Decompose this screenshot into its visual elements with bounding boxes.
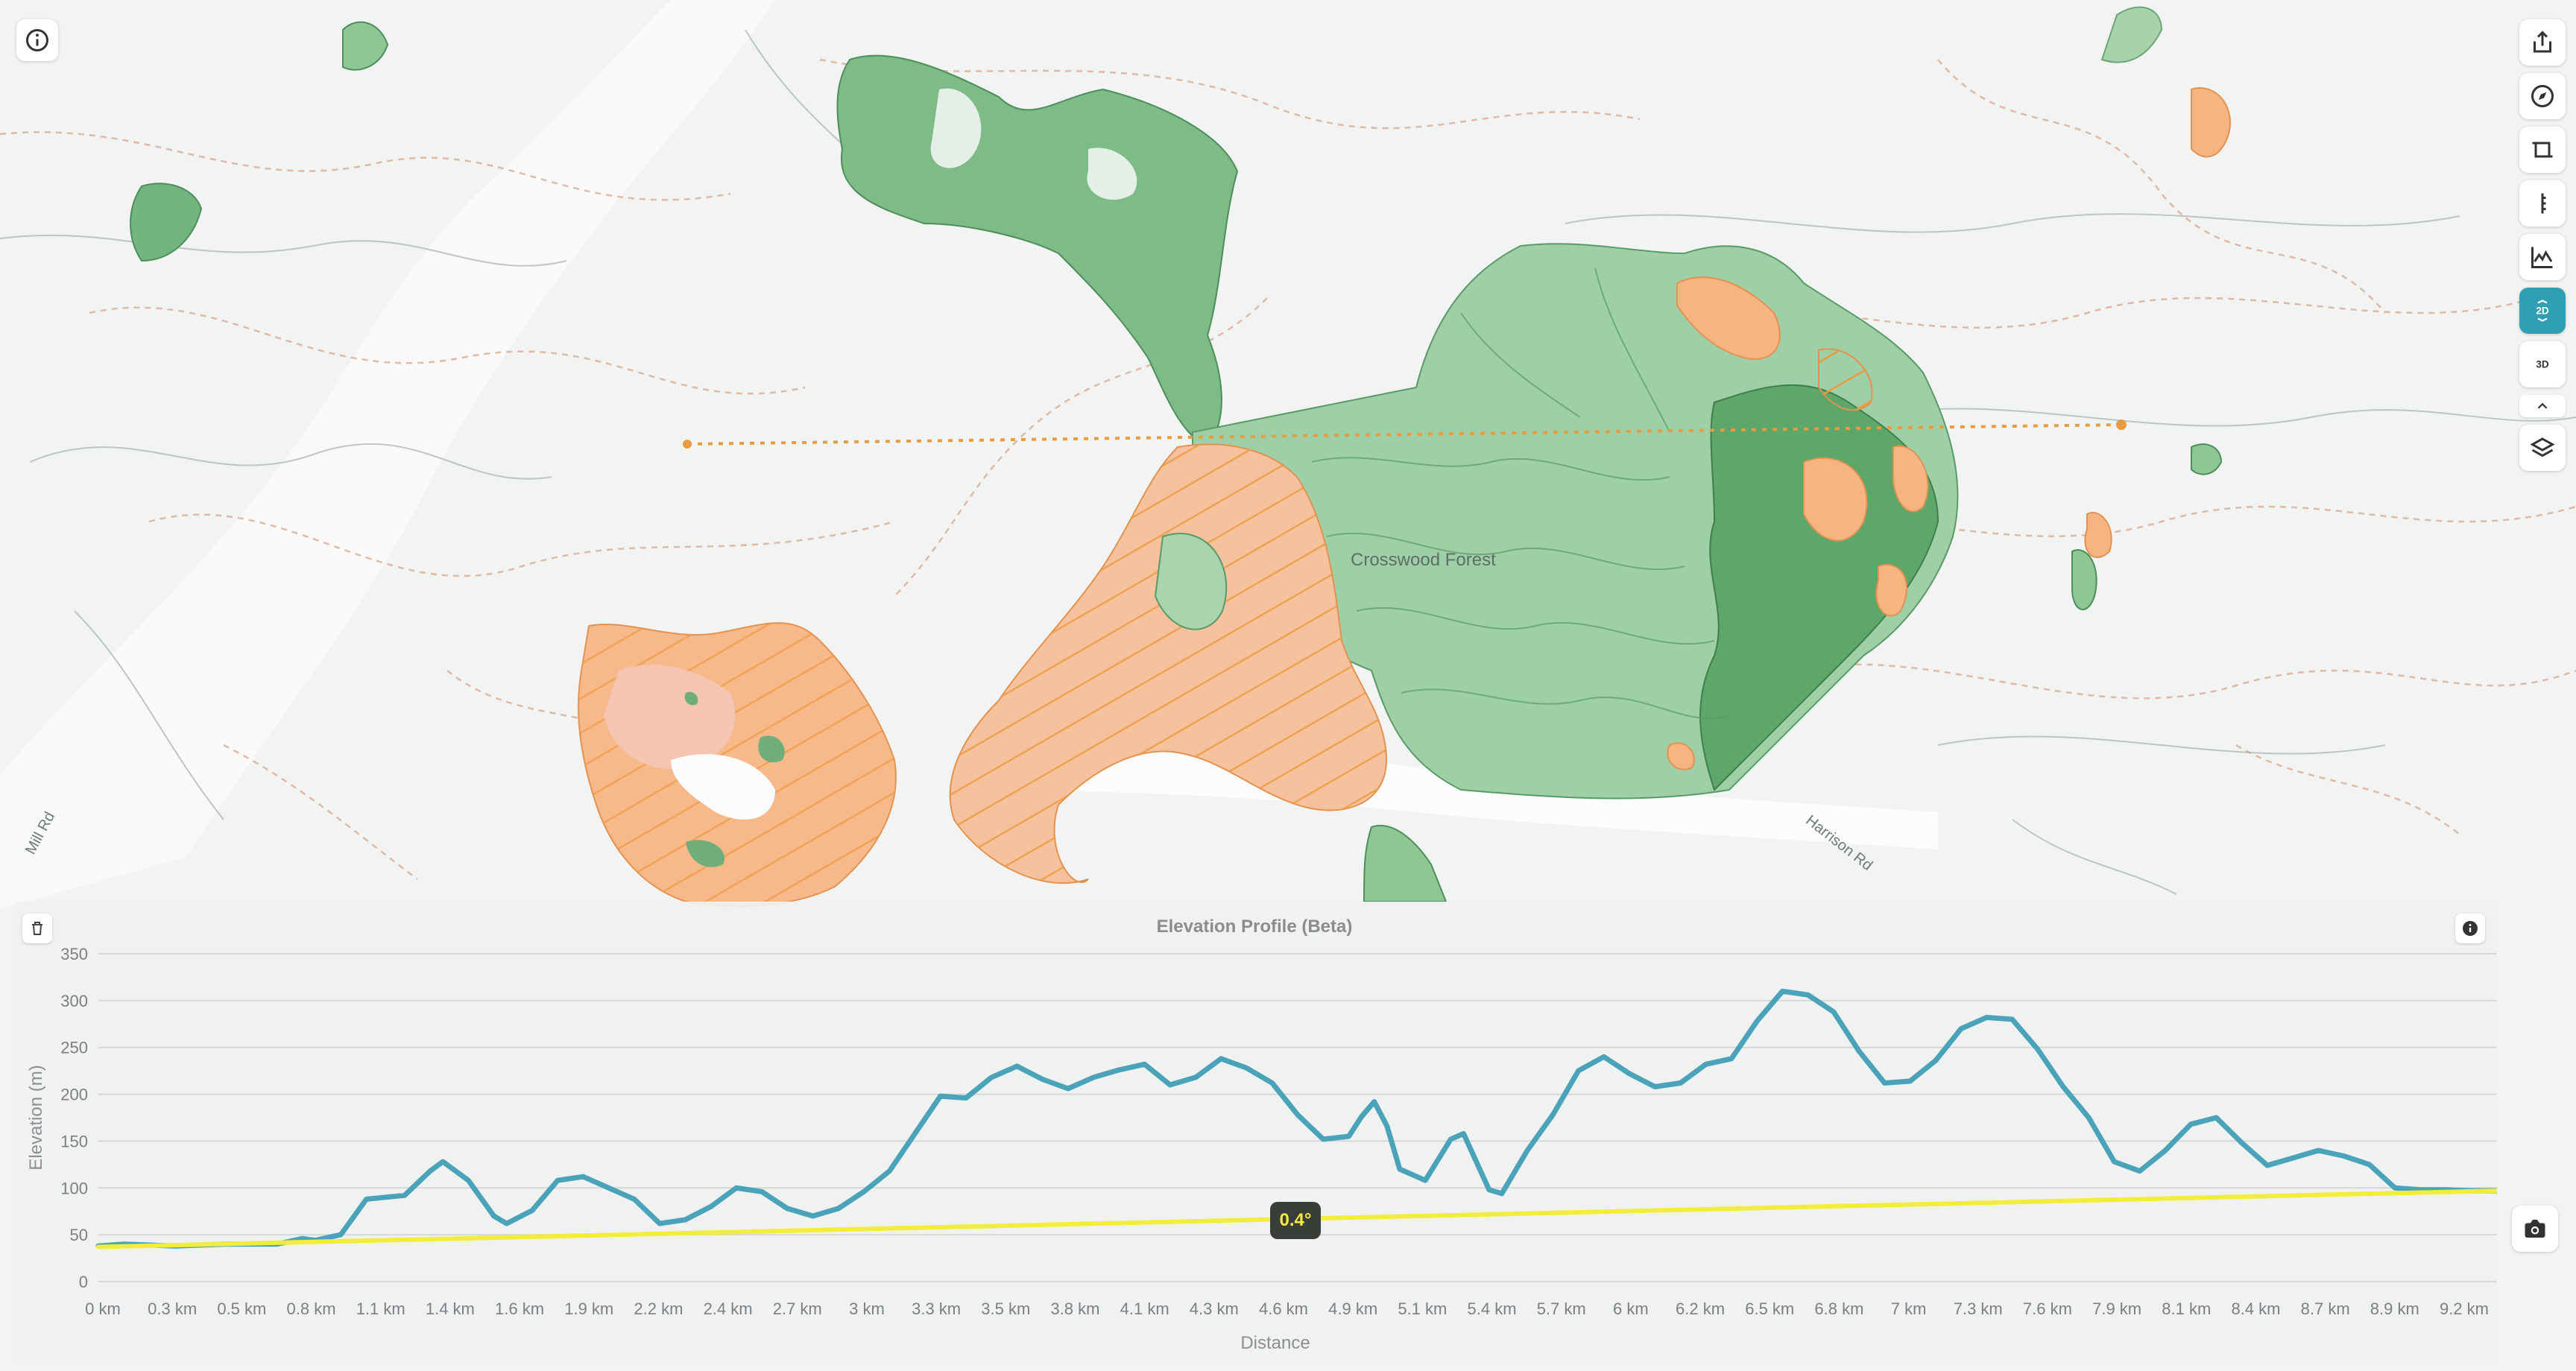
delete-profile-button[interactable] <box>22 914 52 943</box>
y-tick-label: 100 <box>60 1179 88 1197</box>
x-tick-label: 3.5 km <box>981 1299 1030 1318</box>
trash-icon <box>32 922 42 935</box>
share-button[interactable] <box>2519 19 2566 66</box>
screenshot-button[interactable] <box>2512 1206 2558 1252</box>
x-tick-label: 2.7 km <box>773 1299 822 1318</box>
elevation-profile-panel: Elevation Profile (Beta) 0 50 100 150 200 250… <box>12 902 2497 1364</box>
y-tick-label: 50 <box>70 1226 88 1244</box>
layers-button[interactable] <box>2519 425 2566 471</box>
crop-button[interactable] <box>2519 127 2566 173</box>
y-tick-label: 250 <box>60 1039 88 1057</box>
x-tick-label: 8.1 km <box>2162 1299 2211 1318</box>
map-toolbar: 2D 3D <box>2519 19 2566 478</box>
info-icon <box>26 29 48 51</box>
x-tick-label: 7 km <box>1891 1299 1927 1318</box>
chevron-up-icon <box>2537 402 2548 409</box>
x-tick-label: 1.6 km <box>495 1299 544 1318</box>
crop-icon <box>2532 142 2553 158</box>
x-tick-label: 0.5 km <box>217 1299 266 1318</box>
x-tick-label: 0.3 km <box>148 1299 197 1318</box>
info-icon <box>2463 921 2478 936</box>
x-tick-label: 6.2 km <box>1676 1299 1725 1318</box>
view-2d-button[interactable]: 2D <box>2519 288 2566 334</box>
elevation-profile-icon <box>2531 247 2553 268</box>
compass-button[interactable] <box>2519 73 2566 119</box>
y-axis-title: Elevation (m) <box>26 1065 46 1170</box>
x-axis-title: Distance <box>1240 1333 1310 1353</box>
measurement-end-point[interactable] <box>2116 419 2127 430</box>
fire-risk-patch[interactable] <box>1875 564 1908 617</box>
x-tick-label: 7.3 km <box>1954 1299 2003 1318</box>
x-tick-label: 4.9 km <box>1328 1299 1377 1318</box>
x-tick-label: 7.6 km <box>2023 1299 2072 1318</box>
y-tick-label: 200 <box>60 1086 88 1104</box>
x-tick-label: 7.9 km <box>2092 1299 2141 1318</box>
forest-name-label: Crosswood Forest <box>1351 550 1496 570</box>
x-tick-label: 3 km <box>849 1299 885 1318</box>
elevation-profile-button[interactable] <box>2519 234 2566 280</box>
x-tick-label: 5.4 km <box>1468 1299 1517 1318</box>
x-tick-label: 9.2 km <box>2440 1299 2489 1318</box>
view-3d-button[interactable]: 3D <box>2519 341 2566 387</box>
x-tick-label: 5.1 km <box>1398 1299 1447 1318</box>
info-button[interactable] <box>16 19 58 61</box>
y-tick-label: 0 <box>79 1273 88 1291</box>
x-tick-label: 6 km <box>1613 1299 1649 1318</box>
3d-view-icon: 3D <box>2536 359 2549 370</box>
x-tick-label: 8.4 km <box>2231 1299 2280 1318</box>
x-tick-label: 3.3 km <box>912 1299 961 1318</box>
x-tick-label: 1.4 km <box>426 1299 475 1318</box>
x-tick-label: 8.7 km <box>2301 1299 2350 1318</box>
camera-icon <box>2525 1220 2545 1238</box>
svg-text:3D: 3D <box>2536 359 2549 370</box>
x-tick-label: 5.7 km <box>1537 1299 1586 1318</box>
x-tick-label: 8.9 km <box>2370 1299 2419 1318</box>
y-tick-label: 350 <box>60 945 88 963</box>
x-tick-label: 2.4 km <box>704 1299 753 1318</box>
x-tick-label: 0 km <box>85 1299 121 1318</box>
y-tick-label: 150 <box>60 1132 88 1150</box>
share-icon <box>2534 31 2551 53</box>
profile-info-button[interactable] <box>2455 914 2485 943</box>
x-tick-label: 4.1 km <box>1120 1299 1169 1318</box>
x-tick-label: 6.8 km <box>1814 1299 1863 1318</box>
ruler-icon <box>2541 193 2546 214</box>
x-tick-label: 1.9 km <box>564 1299 613 1318</box>
x-tick-label: 2.2 km <box>634 1299 683 1318</box>
layers-icon <box>2530 437 2555 457</box>
x-tick-label: 0.8 km <box>287 1299 336 1318</box>
collapse-toolbar-button[interactable] <box>2519 395 2566 417</box>
x-tick-label: 4.6 km <box>1259 1299 1308 1318</box>
measurement-start-point[interactable] <box>683 440 692 449</box>
2d-view-icon: 2D <box>2536 300 2549 322</box>
y-tick-label: 300 <box>60 992 88 1010</box>
x-tick-label: 4.3 km <box>1190 1299 1239 1318</box>
elevation-chart[interactable]: 0 50 100 150 200 250 300 350 0 km 0.3 km 0.5 km 0.8… <box>12 902 2497 1364</box>
ruler-button[interactable] <box>2519 180 2566 227</box>
svg-text:2D: 2D <box>2536 305 2549 317</box>
compass-icon <box>2531 85 2554 107</box>
x-tick-label: 6.5 km <box>1745 1299 1794 1318</box>
x-tick-label: 3.8 km <box>1050 1299 1099 1318</box>
x-tick-label: 1.1 km <box>356 1299 405 1318</box>
slope-badge: 0.4° <box>1270 1202 1321 1239</box>
